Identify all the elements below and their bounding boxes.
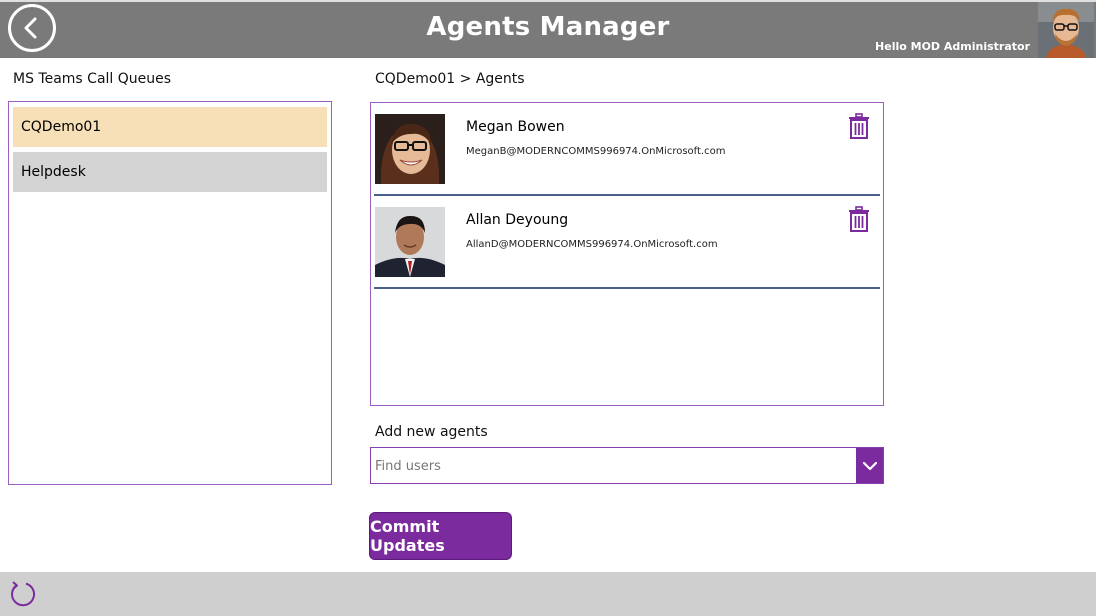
find-users-combobox: [370, 447, 884, 485]
page-title: Agents Manager: [426, 12, 670, 42]
add-agents-label: Add new agents: [375, 424, 488, 440]
remove-agent-button[interactable]: [848, 206, 870, 232]
row-divider: [374, 287, 880, 289]
agent-photo: [375, 207, 445, 277]
agent-email: MeganB@MODERNCOMMS996974.OnMicrosoft.com: [466, 146, 726, 157]
find-users-input[interactable]: [371, 448, 861, 485]
agent-email: AllanD@MODERNCOMMS996974.OnMicrosoft.com: [466, 239, 718, 250]
agents-list: Megan Bowen MeganB@MODERNCOMMS996974.OnM…: [370, 102, 884, 406]
find-users-dropdown-button[interactable]: [856, 448, 883, 483]
avatar-image: [1038, 2, 1094, 58]
agent-row[interactable]: Allan Deyoung AllanD@MODERNCOMMS996974.O…: [374, 196, 880, 289]
agent-name: Allan Deyoung: [466, 212, 569, 228]
queue-item-cqdemo01[interactable]: CQDemo01: [13, 107, 327, 147]
queues-heading: MS Teams Call Queues: [13, 71, 172, 87]
agent-name: Megan Bowen: [466, 119, 565, 135]
trash-icon: [849, 206, 869, 232]
refresh-button[interactable]: [9, 580, 36, 607]
remove-agent-button[interactable]: [848, 113, 870, 139]
chevron-down-icon: [862, 461, 877, 470]
user-greeting: Hello MOD Administrator: [875, 40, 1030, 53]
agent-row[interactable]: Megan Bowen MeganB@MODERNCOMMS996974.OnM…: [374, 103, 880, 196]
agent-photo: [375, 114, 445, 184]
agents-breadcrumb: CQDemo01 > Agents: [375, 71, 525, 87]
call-queue-list: CQDemo01 Helpdesk: [8, 101, 332, 485]
user-avatar[interactable]: [1038, 2, 1094, 58]
app-footer: [0, 572, 1096, 616]
refresh-icon: [11, 581, 36, 607]
trash-icon: [849, 113, 869, 139]
app-header: Agents Manager Hello MOD Administrator: [0, 0, 1096, 58]
queue-item-helpdesk[interactable]: Helpdesk: [13, 152, 327, 192]
commit-updates-button[interactable]: Commit Updates: [369, 512, 512, 560]
